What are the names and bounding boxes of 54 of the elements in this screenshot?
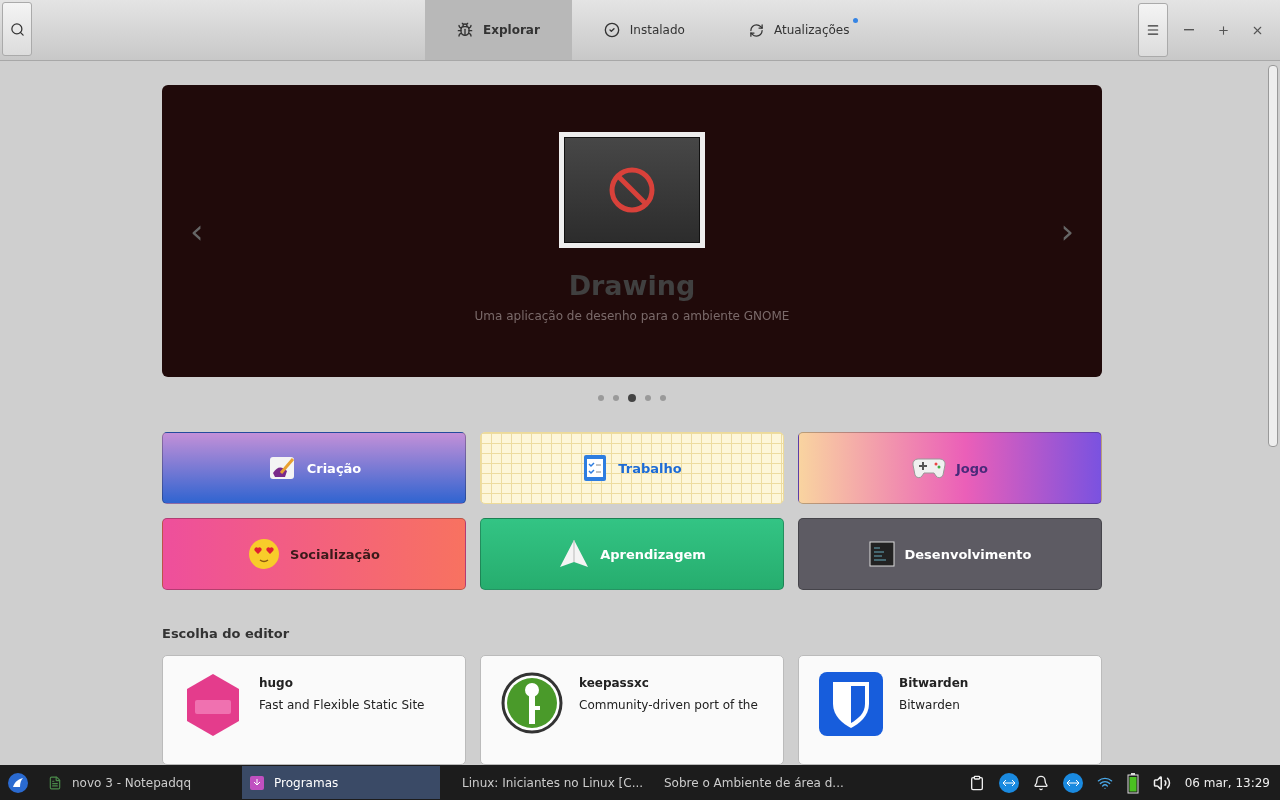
key-logo-icon bbox=[501, 672, 563, 734]
carousel-dot[interactable] bbox=[628, 394, 636, 402]
volume-icon[interactable] bbox=[1152, 773, 1171, 792]
app-description: Fast and Flexible Static Site bbox=[259, 698, 425, 712]
refresh-icon bbox=[748, 22, 764, 38]
check-circle-icon bbox=[603, 22, 620, 38]
tab[interactable]: Atualizações bbox=[716, 0, 882, 60]
category-button[interactable]: Socialização bbox=[162, 518, 466, 590]
shield-logo-icon bbox=[819, 672, 883, 736]
search-button[interactable] bbox=[2, 2, 32, 56]
heart-eyes-emoji-icon bbox=[248, 538, 281, 570]
category-button[interactable]: Desenvolvimento bbox=[798, 518, 1102, 590]
search-icon bbox=[9, 21, 25, 37]
taskbar-window[interactable]: novo 3 - Notepadqq bbox=[40, 766, 238, 799]
app-name: keepassxc bbox=[579, 676, 650, 690]
download-box-icon bbox=[250, 775, 264, 790]
app-card[interactable]: keepassxc Community-driven port of the bbox=[480, 655, 784, 765]
carousel-dot[interactable] bbox=[645, 395, 651, 401]
taskbar-window[interactable]: Programas bbox=[242, 766, 440, 799]
bell-icon[interactable] bbox=[1032, 774, 1049, 791]
checklist-icon bbox=[582, 453, 609, 483]
carousel-dot[interactable] bbox=[598, 395, 604, 401]
banner-subtitle: Uma aplicação de desenho para o ambiente GNOME bbox=[474, 308, 790, 323]
taskbar-window[interactable]: Linux: Iniciantes no Linux [C... bbox=[444, 766, 642, 799]
carousel-dot[interactable] bbox=[613, 395, 619, 401]
plus-icon bbox=[1216, 23, 1230, 37]
bug-icon bbox=[457, 22, 473, 38]
document-icon bbox=[48, 775, 62, 790]
carousel-dot[interactable] bbox=[660, 395, 666, 401]
paper-plane-icon bbox=[558, 539, 591, 569]
tab[interactable]: Instalado bbox=[571, 0, 717, 60]
app-name: hugo bbox=[259, 676, 294, 690]
clock[interactable]: 06 mar, 13:29 bbox=[1184, 775, 1270, 790]
app-description: Community-driven port of the bbox=[579, 698, 758, 712]
menu-button[interactable] bbox=[1138, 3, 1168, 57]
scrollbar-thumb[interactable] bbox=[1268, 65, 1278, 447]
menu-icon bbox=[1146, 23, 1160, 37]
category-button[interactable]: Trabalho bbox=[480, 432, 784, 504]
tab[interactable]: Explorar bbox=[425, 0, 572, 60]
taskbar-window[interactable]: Sobre o Ambiente de área d... bbox=[646, 766, 844, 799]
app-description: Bitwarden bbox=[899, 698, 961, 712]
category-button[interactable]: Criação bbox=[162, 432, 466, 504]
prohibited-icon bbox=[608, 165, 656, 214]
app-card[interactable]: hugo Fast and Flexible Static Site bbox=[162, 655, 466, 765]
minus-icon bbox=[1184, 29, 1194, 31]
double-arrow-circle-icon[interactable] bbox=[998, 772, 1019, 793]
double-arrow-circle-icon[interactable] bbox=[1062, 772, 1083, 793]
app-card[interactable]: Bitwarden Bitwarden bbox=[798, 655, 1102, 765]
clipboard-icon[interactable] bbox=[968, 774, 985, 791]
gamepad-icon bbox=[912, 455, 946, 481]
terminal-icon bbox=[868, 541, 895, 567]
app-name: Bitwarden bbox=[899, 676, 969, 690]
battery-icon[interactable] bbox=[1126, 771, 1139, 794]
section-heading: Escolha do editor bbox=[162, 626, 291, 641]
